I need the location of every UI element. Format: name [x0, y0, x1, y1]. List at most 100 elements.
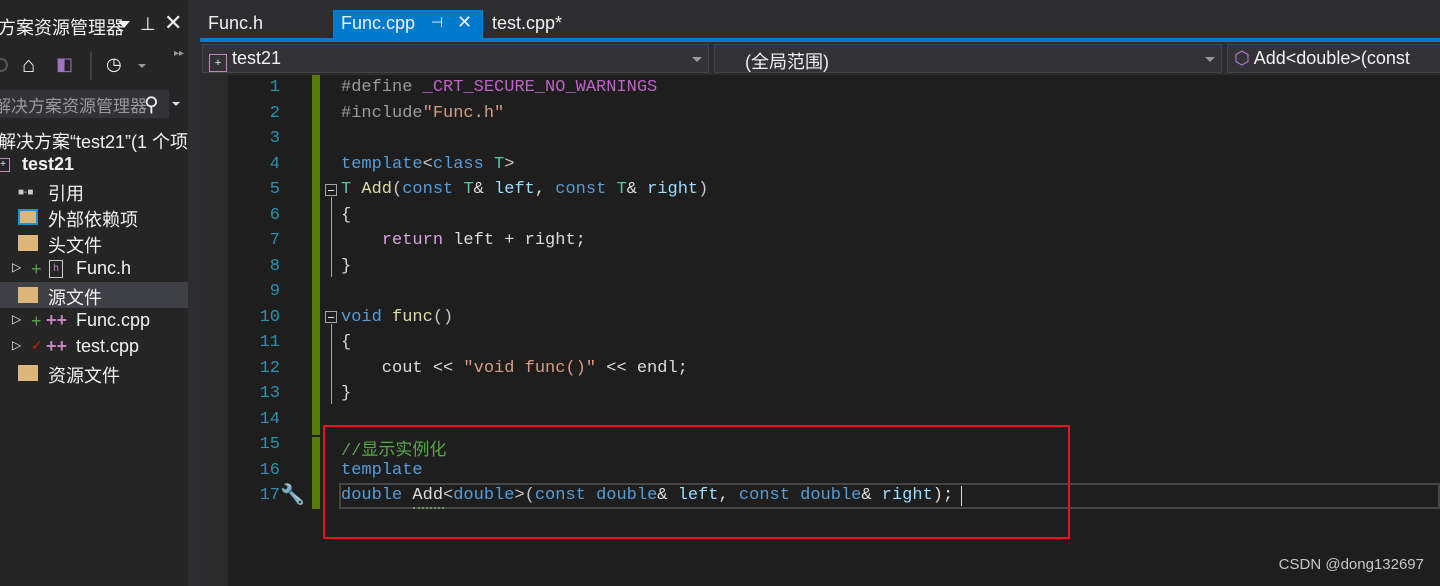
- line-number: 10: [259, 307, 280, 327]
- back-icon[interactable]: [0, 58, 8, 72]
- panel-title: 方案资源管理器: [0, 18, 124, 38]
- pin-icon[interactable]: ⊣: [431, 14, 443, 31]
- code-token: T: [463, 180, 474, 199]
- code-line[interactable]: void func(): [341, 308, 453, 327]
- document-tabs: Func.h Func.cpp ⊣ ✕ test.cpp*: [200, 0, 1440, 38]
- code-line[interactable]: }: [341, 257, 351, 276]
- code-line[interactable]: #include″Func.h″: [341, 104, 504, 123]
- external-deps-icon: [18, 209, 38, 225]
- search-icon[interactable]: ⚲: [144, 92, 159, 117]
- editor-margin: [200, 75, 228, 586]
- toolbar-separator: [90, 52, 92, 80]
- code-line[interactable]: {: [341, 206, 351, 225]
- code-token: left: [494, 180, 535, 199]
- home-icon[interactable]: ⌂: [22, 52, 35, 78]
- checkmark-icon: ✓: [31, 337, 43, 353]
- line-number: 11: [259, 333, 280, 352]
- code-token: T: [494, 154, 505, 174]
- search-options-icon[interactable]: [172, 102, 180, 106]
- tree-item-header-files[interactable]: 头文件: [0, 230, 188, 256]
- code-token: cout <<: [341, 358, 464, 378]
- line-number: 12: [259, 358, 280, 378]
- close-icon[interactable]: ✕: [457, 12, 472, 33]
- dropdown-icon[interactable]: [118, 21, 130, 28]
- tree-item-external-deps[interactable]: 外部依赖项: [0, 204, 188, 230]
- code-token: T: [341, 180, 362, 199]
- code-token: const: [555, 180, 617, 199]
- tree-item-project[interactable]: + test21: [0, 152, 188, 178]
- navigation-bar: + test21 (全局范围) ⬡ Add<double>(const: [200, 42, 1440, 75]
- member-dropdown[interactable]: ⬡ Add<double>(const: [1227, 44, 1440, 73]
- line-number: 16: [259, 460, 280, 480]
- code-line[interactable]: #define _CRT_SECURE_NO_WARNINGS: [341, 78, 657, 97]
- tree-item-resource-files[interactable]: 资源文件: [0, 360, 188, 386]
- line-number: 3: [269, 129, 280, 148]
- code-line[interactable]: template<class T>: [341, 155, 514, 174]
- added-icon: +: [31, 259, 42, 279]
- tree-item-label: 源文件: [48, 288, 102, 308]
- expand-icon[interactable]: ▷: [12, 312, 21, 326]
- code-token: >: [504, 154, 515, 174]
- code-token: const: [402, 180, 464, 199]
- code-line[interactable]: {: [341, 333, 351, 352]
- tab-label: Func.h: [208, 13, 264, 33]
- close-icon[interactable]: ✕: [164, 12, 182, 36]
- code-line[interactable]: cout << ″void func()″ << endl;: [341, 359, 688, 378]
- code-token: ″Func.h″: [422, 103, 505, 123]
- vs-solution-icon[interactable]: ◧: [56, 54, 73, 75]
- change-tracking-bar: [312, 75, 320, 435]
- scope-dropdown[interactable]: (全局范围): [714, 44, 1222, 73]
- cpp-project-icon: +: [0, 158, 10, 172]
- dropdown-icon[interactable]: [138, 64, 146, 68]
- quick-actions-screwdriver-icon[interactable]: 🔧: [280, 482, 305, 507]
- code-token: left + right;: [453, 231, 586, 250]
- tree-item-func-cpp[interactable]: ▷ + ++ Func.cpp: [0, 308, 188, 334]
- tab-func-h[interactable]: Func.h: [200, 10, 271, 38]
- code-token: &: [473, 180, 495, 199]
- solution-explorer: 方案资源管理器 ⊥ ✕ ⌂ ◧ ◷ ▸▸ 解决方案资源管理器 ⚲ 解决方案“te…: [0, 0, 188, 586]
- expand-icon[interactable]: ▷: [12, 338, 21, 352]
- code-line[interactable]: return left + right;: [341, 231, 586, 250]
- tree-item-label: 头文件: [48, 236, 102, 256]
- tree-item-references[interactable]: ■-■ 引用: [0, 178, 188, 204]
- line-number: 15: [259, 435, 280, 454]
- line-number: 7: [269, 231, 280, 250]
- tree-item-solution[interactable]: 解决方案“test21”(1 个项: [0, 126, 188, 152]
- scope-name: (全局范围): [745, 52, 829, 72]
- line-number: 9: [269, 282, 280, 301]
- tree-item-test-cpp[interactable]: ▷ ✓ ++ test.cpp: [0, 334, 188, 360]
- tree-item-label: 解决方案“test21”(1 个项: [0, 132, 188, 152]
- tab-test-cpp[interactable]: test.cpp*: [484, 10, 570, 38]
- tree-item-source-files[interactable]: 源文件: [0, 282, 188, 308]
- tree-item-func-h[interactable]: ▷ + h Func.h: [0, 256, 188, 282]
- collapse-icon[interactable]: [325, 311, 337, 323]
- solution-explorer-header: 方案资源管理器 ⊥ ✕: [0, 12, 188, 40]
- cpp-project-icon: +: [209, 54, 227, 72]
- expand-icon[interactable]: ▷: [12, 260, 21, 274]
- code-line[interactable]: }: [341, 384, 351, 403]
- code-line[interactable]: T Add(const T& left, const T& right): [341, 180, 708, 199]
- code-token: #include: [341, 103, 423, 123]
- line-number: 1: [269, 78, 280, 97]
- solution-tree: 解决方案“test21”(1 个项 + test21 ■-■ 引用 外部依赖项 头文…: [0, 126, 188, 386]
- tree-item-label: test21: [22, 154, 75, 174]
- code-token: right: [647, 180, 699, 199]
- watermark: CSDN @dong132697: [1278, 556, 1424, 573]
- panel-splitter[interactable]: [188, 0, 200, 586]
- collapse-icon[interactable]: [325, 184, 337, 196]
- code-token: ): [698, 180, 709, 199]
- line-number: 5: [269, 180, 280, 199]
- search-placeholder: 解决方案资源管理器: [0, 97, 147, 116]
- pin-icon[interactable]: ⊥: [140, 14, 156, 35]
- pending-changes-icon[interactable]: ◷: [106, 54, 122, 75]
- project-dropdown[interactable]: + test21: [202, 44, 709, 73]
- code-token: &: [626, 180, 648, 199]
- cpp-file-icon: ++: [46, 336, 68, 356]
- tree-item-label: Func.cpp: [76, 310, 151, 330]
- explorer-toolbar: ⌂ ◧ ◷ ▸▸: [0, 48, 188, 88]
- tab-func-cpp[interactable]: Func.cpp ⊣ ✕: [333, 10, 483, 38]
- code-token: {: [341, 333, 352, 352]
- overflow-icon[interactable]: ▸▸: [174, 48, 184, 59]
- code-token: T: [616, 180, 627, 199]
- code-token: {: [341, 205, 352, 225]
